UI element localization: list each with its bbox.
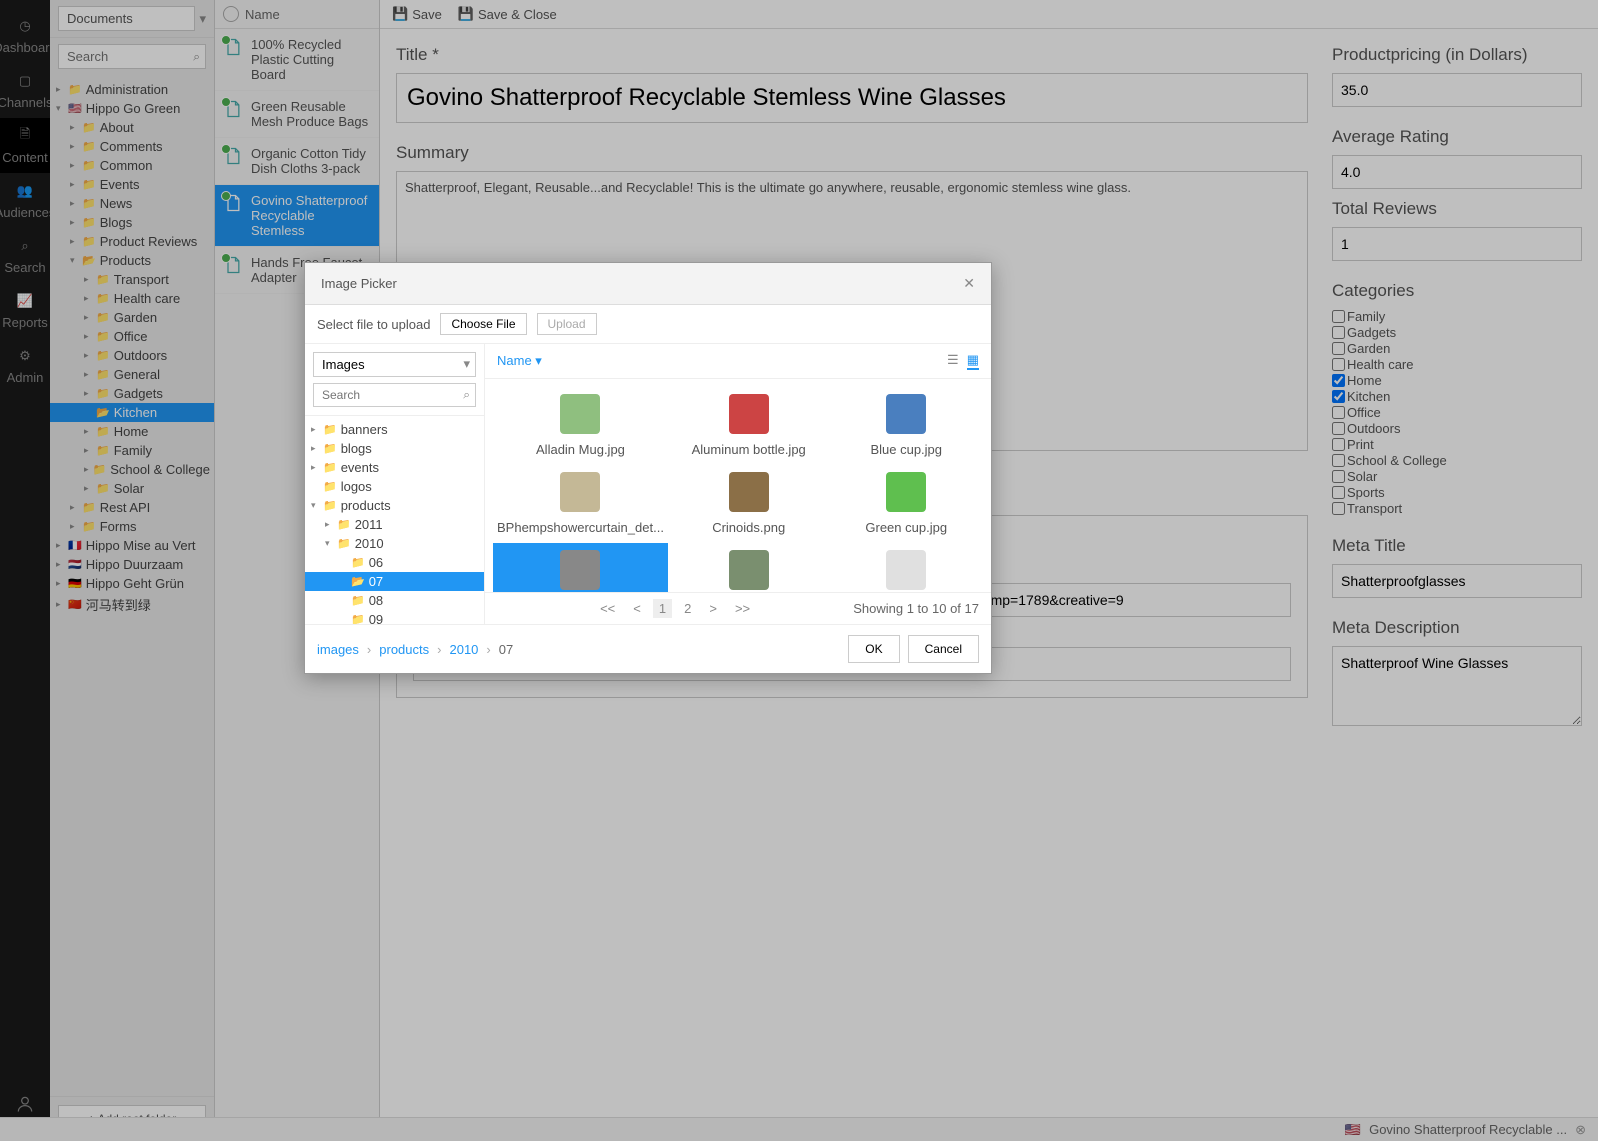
pager-page-2[interactable]: 2 bbox=[678, 599, 697, 618]
upload-button[interactable]: Upload bbox=[537, 313, 597, 335]
thumb-image bbox=[876, 469, 936, 514]
pager-first[interactable]: << bbox=[594, 599, 621, 618]
search-icon: ⌕ bbox=[463, 388, 470, 403]
tree-node[interactable]: ▸📁2011 bbox=[305, 515, 484, 534]
thumb-image bbox=[550, 547, 610, 592]
asset-type-select[interactable]: Images bbox=[313, 352, 476, 377]
pager-prev[interactable]: < bbox=[627, 599, 647, 618]
tree-node[interactable]: ▸📁events bbox=[305, 458, 484, 477]
tree-node[interactable]: ▾📁products bbox=[305, 496, 484, 515]
thumbnail-grid: Alladin Mug.jpgAluminum bottle.jpgBlue c… bbox=[485, 379, 991, 592]
tree-node[interactable]: 📁logos bbox=[305, 477, 484, 496]
thumb-image bbox=[550, 469, 610, 514]
modal-title: Image Picker bbox=[321, 276, 397, 291]
pager-page-1[interactable]: 1 bbox=[653, 599, 672, 618]
tree-node[interactable]: ▾📁2010 bbox=[305, 534, 484, 553]
thumbnail[interactable]: Blue cup.jpg bbox=[829, 387, 983, 461]
sort-button[interactable]: Name ▾ bbox=[497, 353, 542, 369]
thumbnail[interactable] bbox=[672, 543, 826, 592]
pager-last[interactable]: >> bbox=[729, 599, 756, 618]
image-picker-modal: Image Picker ✕ Select file to upload Cho… bbox=[304, 262, 992, 674]
thumb-image bbox=[719, 391, 779, 436]
thumb-image bbox=[876, 391, 936, 436]
chevron-down-icon: ▾ bbox=[463, 356, 470, 372]
thumb-image bbox=[550, 391, 610, 436]
breadcrumb: images›products›2010›07 bbox=[317, 642, 513, 657]
cancel-button[interactable]: Cancel bbox=[908, 635, 979, 663]
close-icon[interactable]: ✕ bbox=[963, 275, 975, 292]
tree-node[interactable]: 📁06 bbox=[305, 553, 484, 572]
thumbnail[interactable]: Green cup.jpg bbox=[829, 465, 983, 539]
grid-view-icon[interactable]: ▦ bbox=[967, 352, 979, 370]
choose-file-button[interactable]: Choose File bbox=[440, 313, 526, 335]
breadcrumb-item[interactable]: images bbox=[317, 642, 359, 657]
breadcrumb-item[interactable]: 2010 bbox=[449, 642, 478, 657]
breadcrumb-item: 07 bbox=[499, 642, 513, 657]
pager-info: Showing 1 to 10 of 17 bbox=[853, 601, 979, 616]
pager-next[interactable]: > bbox=[703, 599, 723, 618]
list-view-icon[interactable]: ☰ bbox=[947, 352, 959, 370]
thumb-image bbox=[719, 469, 779, 514]
thumb-image bbox=[719, 547, 779, 592]
thumbnail[interactable]: BPhempshowercurtain_det... bbox=[493, 465, 668, 539]
upload-label: Select file to upload bbox=[317, 317, 430, 332]
thumbnail[interactable] bbox=[829, 543, 983, 592]
tree-node[interactable]: ▸📁banners bbox=[305, 420, 484, 439]
tree-node[interactable]: 📁08 bbox=[305, 591, 484, 610]
thumb-image bbox=[876, 547, 936, 592]
thumbnail[interactable]: Crinoids.png bbox=[672, 465, 826, 539]
thumbnail[interactable]: Aluminum bottle.jpg bbox=[672, 387, 826, 461]
thumbnail[interactable] bbox=[493, 543, 668, 592]
tree-node[interactable]: ▸📁blogs bbox=[305, 439, 484, 458]
thumbnail[interactable]: Alladin Mug.jpg bbox=[493, 387, 668, 461]
image-folder-tree: ▸📁banners▸📁blogs▸📁events📁logos▾📁products… bbox=[305, 416, 484, 624]
image-search-input[interactable] bbox=[313, 383, 476, 407]
breadcrumb-item[interactable]: products bbox=[379, 642, 429, 657]
tree-node[interactable]: 📁09 bbox=[305, 610, 484, 624]
ok-button[interactable]: OK bbox=[848, 635, 899, 663]
tree-node[interactable]: 📂07 bbox=[305, 572, 484, 591]
